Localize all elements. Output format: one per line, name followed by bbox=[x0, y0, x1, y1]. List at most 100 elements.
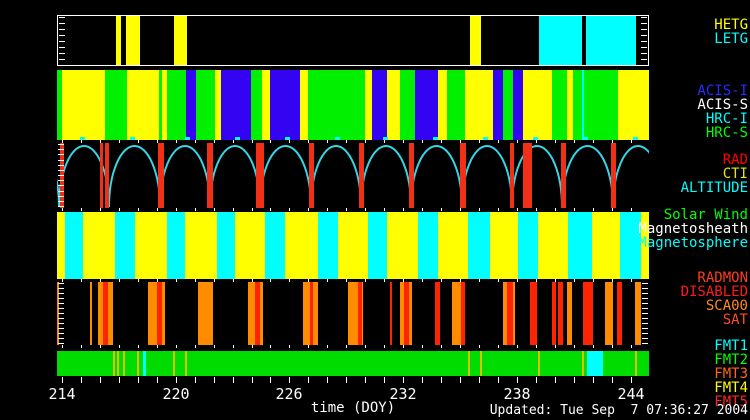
y-axis-tick bbox=[642, 328, 648, 329]
band-gratings-segment bbox=[174, 16, 187, 65]
band-instruments-segment bbox=[251, 70, 262, 140]
day-tick bbox=[536, 279, 537, 282]
day-tick bbox=[289, 140, 290, 143]
band-instruments-segment bbox=[447, 70, 465, 140]
band-radmon-segment bbox=[90, 282, 92, 345]
band-fmt-segment bbox=[185, 351, 187, 376]
band-fmt-segment bbox=[587, 351, 603, 376]
day-tick bbox=[612, 279, 613, 282]
day-tick bbox=[62, 377, 63, 383]
radzone-bar bbox=[100, 143, 103, 208]
day-tick bbox=[422, 345, 423, 348]
y-axis-tick bbox=[641, 47, 647, 48]
day-tick bbox=[536, 345, 537, 348]
day-tick bbox=[403, 140, 404, 143]
band-radmon-segment bbox=[390, 282, 392, 345]
band-instruments-segment bbox=[618, 70, 649, 140]
day-tick bbox=[62, 208, 63, 211]
day-tick bbox=[574, 279, 575, 282]
day-tick bbox=[536, 377, 537, 383]
label-altitude: ALTITUDE bbox=[681, 181, 748, 195]
y-axis-tick bbox=[642, 318, 648, 319]
day-tick bbox=[631, 377, 632, 383]
day-tick bbox=[346, 208, 347, 211]
day-tick bbox=[119, 377, 120, 383]
day-tick bbox=[270, 208, 271, 211]
label-sca00: SCA00 bbox=[706, 299, 748, 313]
band-instruments-segment bbox=[186, 70, 196, 140]
band-instruments-segment bbox=[465, 70, 493, 140]
y-axis-tick bbox=[58, 288, 64, 289]
band-instruments-segment bbox=[523, 70, 552, 140]
day-tick bbox=[327, 345, 328, 348]
y-axis-tick bbox=[58, 343, 64, 344]
radzone-bar bbox=[523, 143, 532, 208]
plot-area: 214220226232238244HETGLETGACIS-IACIS-SHR… bbox=[0, 0, 750, 420]
band-radmon-segment bbox=[310, 282, 313, 345]
band-radmon-segment bbox=[157, 282, 162, 345]
band-fmt-segment bbox=[538, 351, 540, 376]
y-axis-tick bbox=[642, 308, 648, 309]
day-tick bbox=[308, 279, 309, 282]
day-tick bbox=[612, 140, 613, 143]
label-fmt3: FMT3 bbox=[714, 367, 748, 381]
day-tick bbox=[289, 377, 290, 383]
day-tick bbox=[593, 377, 594, 383]
day-tick bbox=[157, 208, 158, 211]
day-tick bbox=[62, 345, 63, 348]
day-tick bbox=[441, 208, 442, 211]
day-tick bbox=[195, 377, 196, 383]
day-tick bbox=[289, 279, 290, 282]
day-tick bbox=[574, 208, 575, 211]
updated-timestamp: Updated: Tue Sep 7 07:36:27 2004 bbox=[490, 403, 748, 418]
band-radmon-segment bbox=[583, 282, 593, 345]
band-radmon-segment bbox=[605, 282, 613, 345]
timeline-screenshot: 214220226232238244HETGLETGACIS-IACIS-SHR… bbox=[0, 0, 750, 420]
band-fmt-segment bbox=[582, 351, 584, 376]
band-radmon-segment bbox=[103, 282, 108, 345]
y-axis-tick bbox=[642, 298, 648, 299]
day-tick bbox=[81, 279, 82, 282]
day-tick bbox=[517, 377, 518, 383]
band-instruments-segment bbox=[503, 70, 513, 140]
y-axis-tick bbox=[59, 53, 65, 54]
day-tick bbox=[403, 345, 404, 348]
y-axis-tick bbox=[58, 160, 64, 161]
day-tick bbox=[252, 377, 253, 383]
label-disabled: DISABLED bbox=[681, 285, 748, 299]
band-instruments-segment bbox=[573, 70, 582, 140]
band-instruments-segment bbox=[387, 70, 400, 140]
day-tick bbox=[460, 345, 461, 348]
day-tick bbox=[441, 279, 442, 282]
day-tick bbox=[270, 377, 271, 383]
day-tick bbox=[612, 377, 613, 383]
day-tick bbox=[422, 377, 423, 383]
day-tick bbox=[631, 208, 632, 211]
day-tick bbox=[631, 345, 632, 348]
band-instruments-segment bbox=[493, 70, 503, 140]
day-tick bbox=[214, 345, 215, 348]
y-axis-tick bbox=[58, 185, 64, 186]
band-instruments-segment bbox=[262, 70, 270, 140]
label-acis-i: ACIS-I bbox=[697, 84, 748, 98]
band-radmon-segment bbox=[617, 282, 622, 345]
day-tick bbox=[517, 279, 518, 282]
y-axis-tick bbox=[58, 144, 64, 145]
band-radmon-segment bbox=[461, 282, 465, 345]
y-axis-tick bbox=[58, 170, 64, 171]
band-fmt-segment bbox=[117, 351, 119, 376]
day-tick bbox=[498, 377, 499, 383]
day-tick bbox=[195, 208, 196, 211]
day-tick bbox=[270, 140, 271, 143]
y-axis-tick bbox=[58, 196, 64, 197]
day-tick bbox=[252, 140, 253, 143]
day-tick bbox=[365, 279, 366, 282]
y-axis-tick bbox=[58, 201, 64, 202]
band-instruments-segment bbox=[372, 70, 387, 140]
y-axis-tick bbox=[58, 338, 64, 339]
day-tick bbox=[81, 140, 82, 143]
day-tick bbox=[517, 140, 518, 143]
day-tick bbox=[612, 208, 613, 211]
day-tick bbox=[81, 208, 82, 211]
day-tick bbox=[403, 279, 404, 282]
